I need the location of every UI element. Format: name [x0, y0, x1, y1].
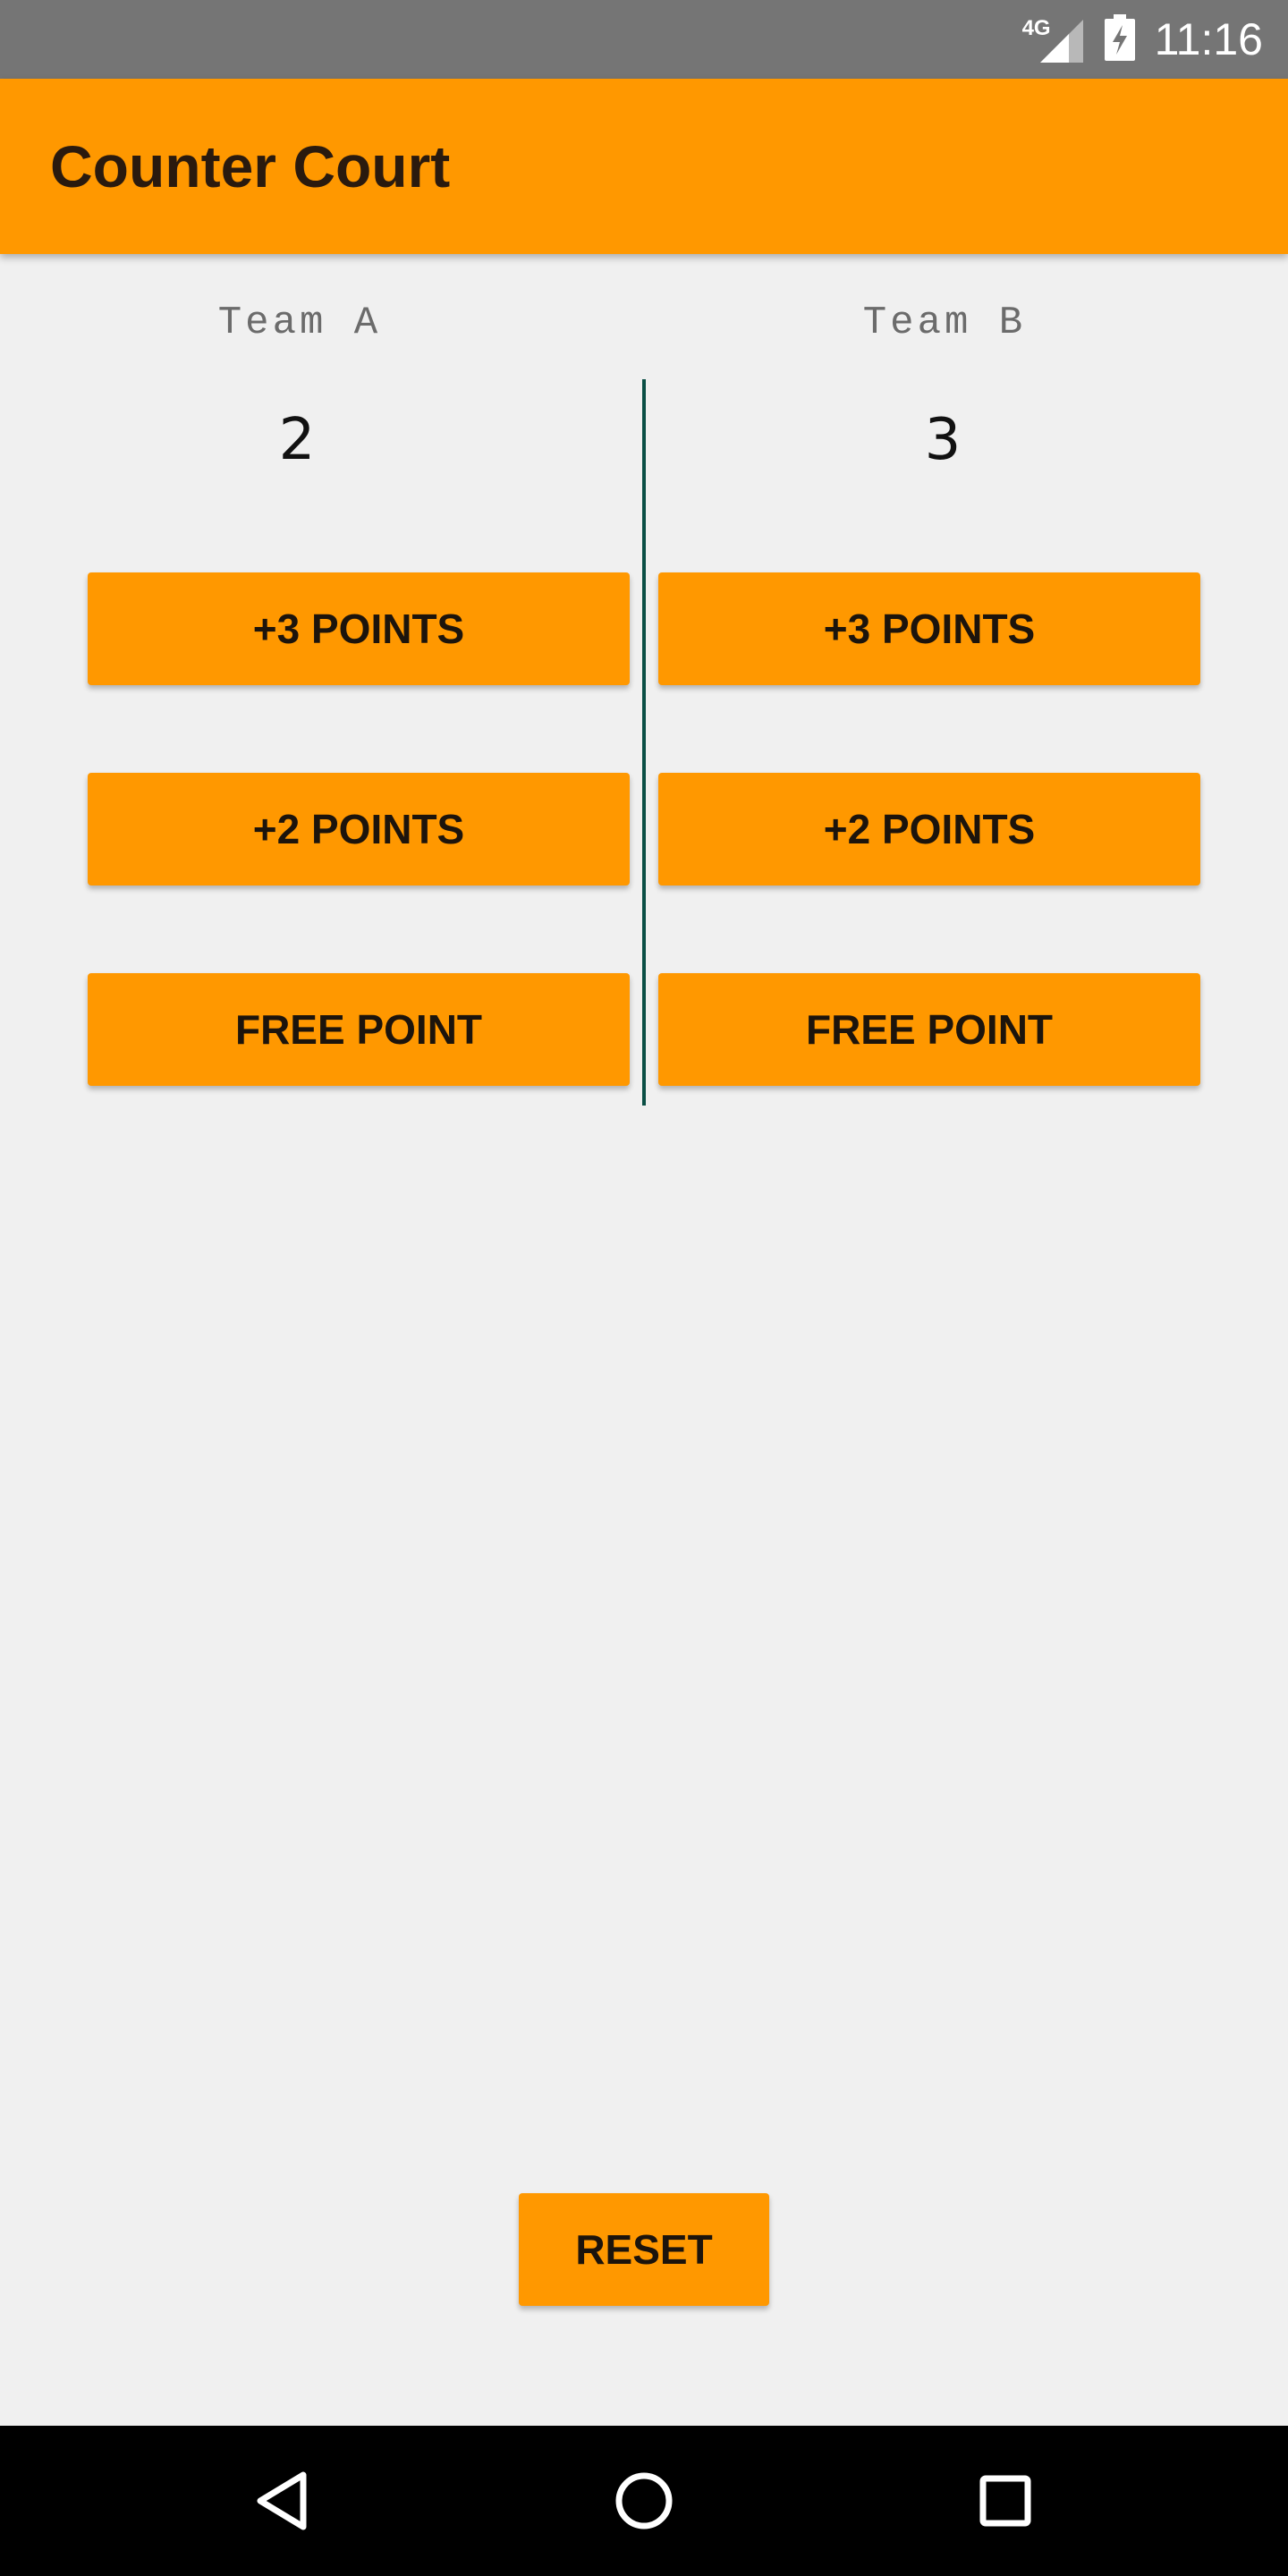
- team-b-name: Team B: [862, 301, 1027, 345]
- app-title: Counter Court: [50, 133, 451, 199]
- team-b-score: 3: [924, 407, 962, 473]
- navigation-bar: [0, 2426, 1288, 2576]
- team-b-free-point-button[interactable]: FREE POINT: [658, 973, 1200, 1086]
- recents-icon[interactable]: [934, 2426, 1077, 2576]
- home-icon[interactable]: [572, 2426, 716, 2576]
- app-bar: Counter Court: [0, 79, 1288, 254]
- status-bar: 4G 11:16: [0, 0, 1288, 79]
- clock: 11:16: [1154, 14, 1263, 64]
- reset-button[interactable]: RESET: [519, 2193, 769, 2306]
- team-b-three-points-button[interactable]: +3 POINTS: [658, 572, 1200, 685]
- signal-icon: 4G: [1022, 16, 1085, 63]
- status-icons: 4G 11:16: [1022, 0, 1263, 79]
- back-icon[interactable]: [211, 2426, 354, 2576]
- battery-charging-icon: [1104, 13, 1135, 65]
- team-a-three-points-button[interactable]: +3 POINTS: [88, 572, 630, 685]
- team-a-two-points-button[interactable]: +2 POINTS: [88, 773, 630, 886]
- team-a-score: 2: [278, 407, 316, 473]
- team-divider: [642, 379, 646, 1106]
- team-a-name: Team A: [217, 301, 382, 345]
- team-b-two-points-button[interactable]: +2 POINTS: [658, 773, 1200, 886]
- team-a-free-point-button[interactable]: FREE POINT: [88, 973, 630, 1086]
